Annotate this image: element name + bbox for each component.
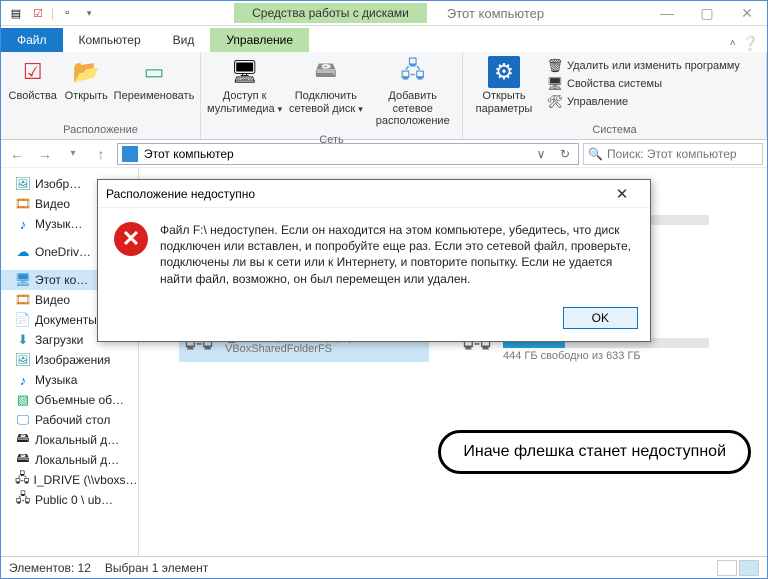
ribbon-open-settings-button[interactable]: ⚙Открыть параметры: [469, 56, 539, 115]
nav-fwd-button[interactable]: →: [33, 143, 57, 165]
ribbon-uninstall-program[interactable]: 🗑Удалить или изменить программу: [547, 58, 740, 74]
ribbon-media-button[interactable]: 🖥Доступ к мультимедиа ▾: [207, 56, 282, 115]
nav-idrive[interactable]: 🖧I_DRIVE (\\vboxs…: [1, 470, 138, 490]
nav-back-button[interactable]: ←: [5, 143, 29, 165]
qat-new-icon[interactable]: ▫: [58, 4, 76, 22]
nav-localdisk2[interactable]: 🖴Локальный д…: [1, 450, 138, 470]
dropdown-icon: ▾: [278, 104, 283, 114]
dialog-title: Расположение недоступно: [106, 187, 255, 201]
annotation-callout: Иначе флешка станет недоступной: [438, 430, 751, 474]
address-bar[interactable]: ∨ ↻: [117, 143, 579, 165]
error-dialog: Расположение недоступно ✕ ✕ Файл F:\ нед…: [97, 179, 651, 342]
address-dropdown-icon[interactable]: ∨: [532, 144, 550, 164]
ribbon-system-props[interactable]: 🖥Свойства системы: [547, 76, 740, 92]
ribbon-group-system: Система: [463, 122, 766, 139]
nav-3dobjects[interactable]: ▧Объемные об…: [1, 390, 138, 410]
status-selection: Выбран 1 элемент: [105, 561, 208, 575]
nav-recent-button[interactable]: ▾: [61, 143, 85, 165]
tab-manage[interactable]: Управление: [210, 28, 309, 52]
window-title: Этот компьютер: [447, 6, 544, 21]
ribbon-collapse-icon[interactable]: ˄: [730, 38, 736, 49]
ribbon-open-button[interactable]: 📂Открыть: [64, 56, 108, 103]
context-tab-drive-tools: Средства работы с дисками: [234, 3, 427, 23]
dropdown-icon: ▾: [358, 104, 363, 114]
status-bar: Элементов: 12 Выбран 1 элемент: [1, 556, 767, 578]
tab-file[interactable]: Файл: [1, 28, 63, 52]
status-item-count: Элементов: 12: [9, 561, 91, 575]
app-icon: ▤: [7, 4, 25, 22]
qat-props-icon[interactable]: ☑: [29, 4, 47, 22]
dialog-ok-button[interactable]: OK: [563, 307, 638, 329]
tab-view[interactable]: Вид: [157, 28, 211, 52]
address-input[interactable]: [144, 147, 526, 161]
nav-desktop[interactable]: 🖵Рабочий стол: [1, 410, 138, 430]
address-refresh-icon[interactable]: ↻: [556, 144, 574, 164]
ribbon-rename-button[interactable]: ▭Переименовать: [114, 56, 194, 103]
close-button[interactable]: ✕: [727, 2, 767, 25]
search-icon: 🔍: [588, 147, 603, 161]
nav-up-button[interactable]: ↑: [89, 143, 113, 165]
nav-public[interactable]: 🖧Public 0 \ ub…: [1, 490, 138, 510]
ribbon-add-netloc-button[interactable]: 🖧Добавить сетевое расположение: [369, 56, 456, 128]
thispc-icon: [122, 146, 138, 162]
maximize-button[interactable]: ▢: [687, 2, 727, 25]
nav-music2[interactable]: ♪Музыка: [1, 370, 138, 390]
error-icon: ✕: [114, 222, 148, 256]
help-icon[interactable]: ❔: [742, 35, 759, 52]
qat-more-icon[interactable]: ▾: [80, 4, 98, 22]
view-icons-button[interactable]: [739, 560, 759, 576]
ribbon-group-location: Расположение: [1, 122, 200, 139]
nav-pictures2[interactable]: 🖼Изображения: [1, 350, 138, 370]
ribbon-manage[interactable]: 🛠Управление: [547, 94, 740, 110]
nav-localdisk1[interactable]: 🖴Локальный д…: [1, 430, 138, 450]
dialog-close-button[interactable]: ✕: [602, 181, 642, 207]
minimize-button[interactable]: —: [647, 2, 687, 25]
tab-computer[interactable]: Компьютер: [63, 28, 157, 52]
search-input[interactable]: [607, 147, 762, 161]
dialog-message: Файл F:\ недоступен. Если он находится н…: [160, 222, 634, 287]
view-details-button[interactable]: [717, 560, 737, 576]
ribbon-properties-button[interactable]: ☑Свойства: [7, 56, 58, 103]
ribbon-map-drive-button[interactable]: 🖴Подключить сетевой диск ▾: [288, 56, 363, 115]
